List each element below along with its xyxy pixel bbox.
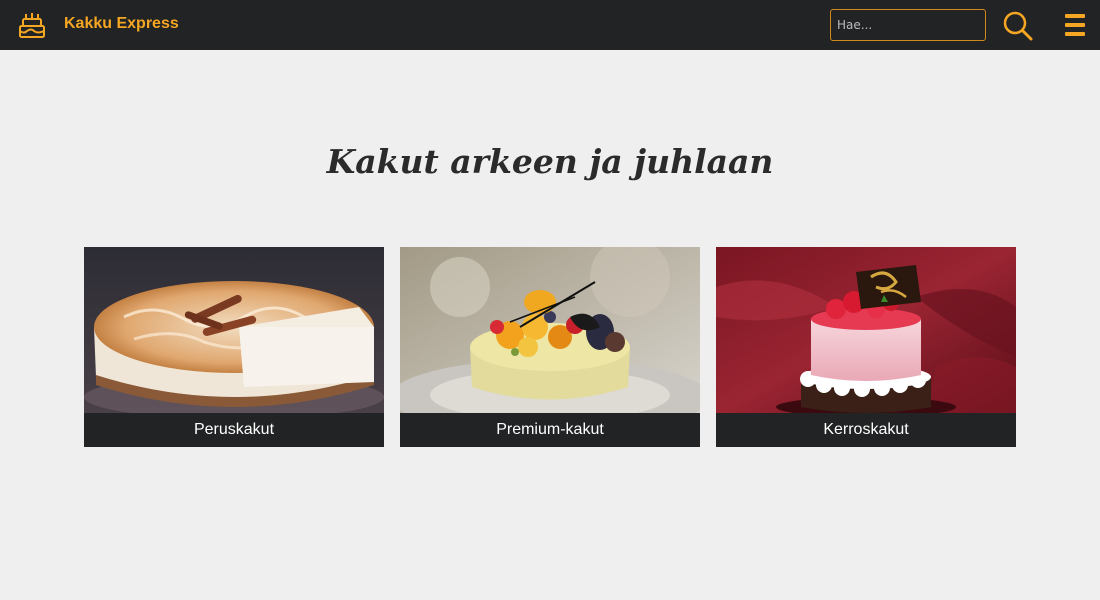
category-label: Peruskakut	[84, 413, 384, 447]
category-card-premium-kakut[interactable]: Premium-kakut	[400, 247, 700, 447]
fruit-topped-cake-photo	[400, 247, 700, 413]
category-card-peruskakut[interactable]: Peruskakut	[84, 247, 384, 447]
page-title: Kakut arkeen ja juhlaan	[326, 142, 774, 181]
brand-name[interactable]: Kakku Express	[64, 15, 179, 33]
category-label: Premium-kakut	[400, 413, 700, 447]
hamburger-menu-icon[interactable]	[1064, 13, 1086, 37]
strawberry-mousse-cake-photo	[716, 247, 1016, 413]
cheesecake-with-cinnamon-photo	[84, 247, 384, 413]
top-navbar: Kakku Express	[0, 0, 1100, 50]
cake-icon[interactable]	[17, 11, 47, 41]
category-label: Kerroskakut	[716, 413, 1016, 447]
category-card-kerroskakut[interactable]: Kerroskakut	[716, 247, 1016, 447]
search-input[interactable]	[830, 9, 986, 41]
search-icon[interactable]	[1002, 10, 1034, 42]
